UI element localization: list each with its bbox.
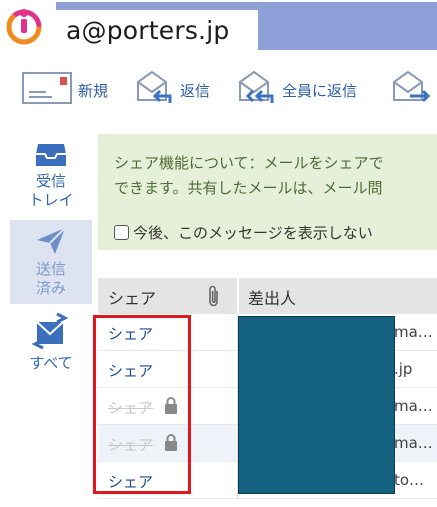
new-mail-label: 新規 [78,81,109,100]
nav-item-sent[interactable]: 送信 済み [10,220,92,304]
paperclip-icon[interactable] [208,284,220,312]
reply-label: 返信 [180,81,211,100]
sender-cell: ma… [394,397,433,415]
new-mail-button[interactable]: 新規 [22,72,108,108]
account-email[interactable]: a@porters.jp [56,10,258,50]
column-separator [237,278,239,314]
sender-cell: .jp [394,360,413,378]
sender-cell: ma… [394,434,433,452]
reply-all-button[interactable]: 全員に返信 [236,70,358,110]
toolbar: 新規 返信 全員に返信 [0,58,437,120]
forward-button[interactable] [392,70,432,110]
sender-cell: to… [394,471,425,489]
share-info-text: シェア機能について：メールをシェアで できます。共有したメールは、メール問 [114,151,437,201]
dont-show-again-checkbox[interactable] [114,225,129,240]
sent-icon [35,227,67,260]
share-info-banner: シェア機能について：メールをシェアで できます。共有したメールは、メール問 今後… [98,134,437,250]
reply-button[interactable]: 返信 [134,70,211,110]
nav-item-inbox[interactable]: 受信 トレイ [10,140,92,218]
forward-icon [392,70,432,110]
column-header-share[interactable]: シェア [108,285,156,309]
sender-cell: ma… [394,323,433,341]
nav-sent-line2: 済み [35,279,66,297]
porters-logo-icon [4,6,44,46]
reply-all-label: 全員に返信 [282,81,358,100]
nav-all-label: すべて [29,354,73,372]
new-mail-icon [22,72,72,108]
reply-icon [134,70,174,110]
reply-all-icon [236,70,276,110]
all-mail-icon [31,312,71,354]
mail-list-header: シェア 差出人 [98,278,437,314]
folder-nav: 受信 トレイ 送信 済み すべて [0,120,96,507]
dont-show-again-option[interactable]: 今後、このメッセージを表示しない [114,222,373,243]
highlight-annotation [93,315,191,494]
share-info-line2: できます。共有したメールは、メール問 [114,179,383,197]
nav-inbox-line2: トレイ [28,191,74,209]
redacted-area [238,316,395,494]
nav-item-all[interactable]: すべて [10,312,92,382]
column-header-sender[interactable]: 差出人 [248,285,296,309]
nav-inbox-line1: 受信 [35,172,66,190]
share-info-line1: シェア機能について：メールをシェアで [114,154,384,172]
dont-show-again-label: 今後、このメッセージを表示しない [133,224,373,242]
inbox-icon [34,144,68,172]
nav-sent-line1: 送信 [35,260,66,278]
